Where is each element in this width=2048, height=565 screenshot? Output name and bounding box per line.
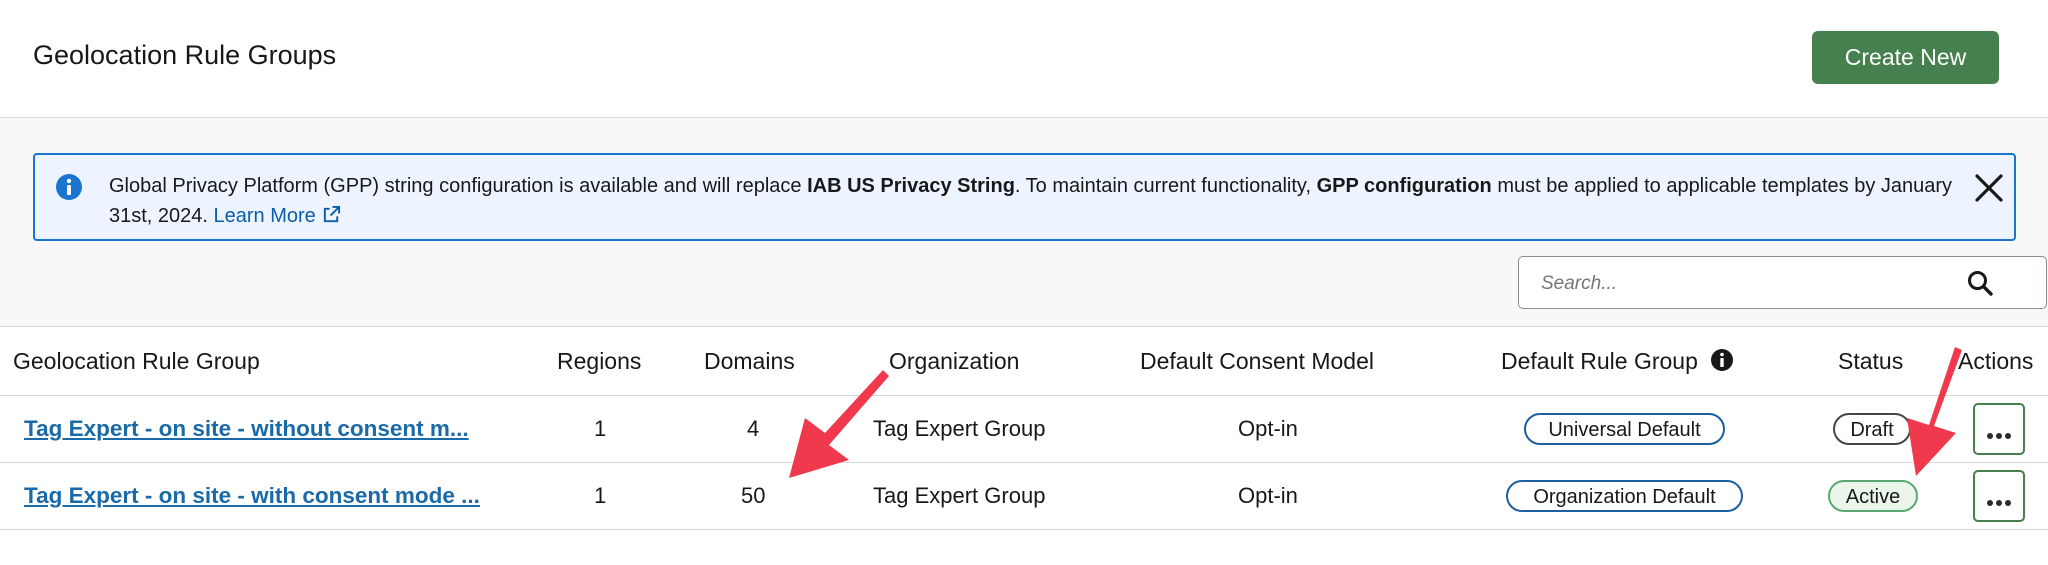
- banner-text-1: Global Privacy Platform (GPP) string con…: [109, 175, 808, 197]
- column-header-consent-model[interactable]: Default Consent Model: [1140, 348, 1374, 375]
- rule-group-name-link[interactable]: Tag Expert - on site - without consent m…: [24, 416, 469, 442]
- column-header-domains[interactable]: Domains: [704, 348, 795, 375]
- column-header-regions[interactable]: Regions: [557, 348, 641, 375]
- consent-model-cell: Opt-in: [1238, 483, 1298, 508]
- column-header-actions: Actions: [1958, 348, 2034, 374]
- consent-model-cell: Opt-in: [1238, 416, 1298, 441]
- create-new-button[interactable]: Create New: [1812, 31, 1999, 84]
- learn-more-label: Learn More: [213, 205, 316, 227]
- default-rule-group-badge: Organization Default: [1506, 480, 1743, 512]
- rule-group-name-link[interactable]: Tag Expert - on site - with consent mode…: [24, 483, 480, 509]
- regions-cell: 1: [594, 416, 607, 441]
- more-icon: [1987, 426, 2014, 444]
- organization-cell: Tag Expert Group: [873, 483, 1046, 508]
- search-box: [1518, 256, 2047, 310]
- banner-text-2: . To maintain current functionality,: [1014, 175, 1317, 197]
- empty-area: [0, 530, 2048, 565]
- domains-cell: 50: [741, 483, 766, 508]
- table-row: Tag Expert - on site - without consent m…: [0, 396, 2048, 463]
- toolbar-band: Global Privacy Platform (GPP) string con…: [0, 118, 2048, 327]
- default-rule-group-badge: Universal Default: [1524, 413, 1725, 445]
- search-icon[interactable]: [1966, 269, 1994, 297]
- table-row: Tag Expert - on site - with consent mode…: [0, 463, 2048, 530]
- page-title: Geolocation Rule Groups: [33, 40, 337, 70]
- banner-bold-2: GPP configuration: [1316, 175, 1492, 197]
- organization-cell: Tag Expert Group: [873, 416, 1046, 441]
- default-rule-group-label: Default Rule Group: [1501, 348, 1698, 374]
- column-header-rule-group[interactable]: Geolocation Rule Group: [13, 348, 260, 375]
- row-actions-button[interactable]: [1973, 470, 2025, 522]
- info-icon: [56, 174, 82, 200]
- column-header-organization[interactable]: Organization: [889, 348, 1019, 375]
- learn-more-link[interactable]: Learn More: [214, 205, 341, 227]
- more-icon: [1987, 493, 2014, 511]
- table-header: Geolocation Rule Group Regions Domains O…: [0, 327, 2048, 396]
- row-actions-button[interactable]: [1973, 403, 2025, 455]
- info-icon[interactable]: [1710, 348, 1734, 372]
- regions-cell: 1: [594, 483, 607, 508]
- banner-bold-1: IAB US Privacy String: [807, 175, 1015, 197]
- external-link-icon: [323, 205, 340, 223]
- close-icon[interactable]: [1972, 171, 2006, 205]
- gpp-info-banner: Global Privacy Platform (GPP) string con…: [33, 153, 2016, 241]
- status-badge: Active: [1828, 480, 1918, 512]
- domains-cell: 4: [747, 416, 760, 441]
- status-badge: Draft: [1833, 413, 1911, 445]
- page-header: Geolocation Rule Groups Create New: [0, 0, 2048, 118]
- column-header-default-rule-group[interactable]: Default Rule Group: [1501, 348, 1734, 375]
- column-header-status[interactable]: Status: [1838, 348, 1903, 375]
- banner-message: Global Privacy Platform (GPP) string con…: [109, 171, 1979, 231]
- search-input[interactable]: [1539, 257, 1963, 310]
